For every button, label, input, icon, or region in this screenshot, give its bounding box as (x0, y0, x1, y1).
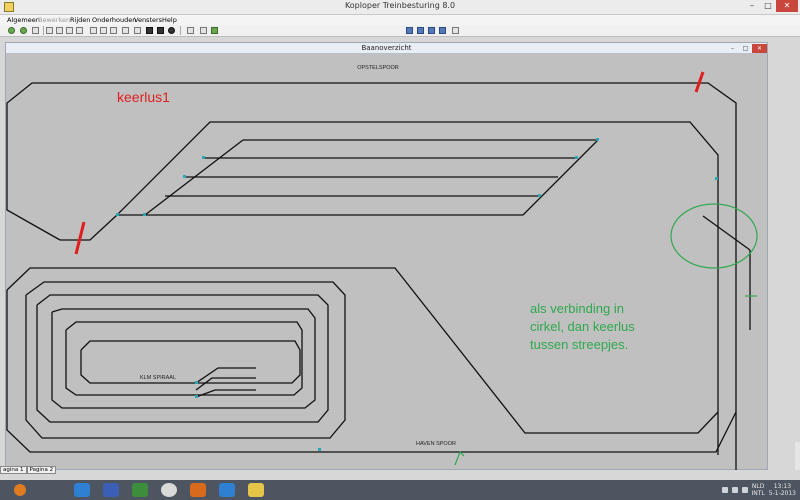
connector-mark (715, 177, 718, 180)
green-circle-annotation (670, 203, 758, 269)
connector-mark (195, 395, 198, 398)
language-top: NLD (751, 483, 765, 490)
clock[interactable]: 13:13 5-1-2013 (769, 483, 796, 497)
klm-spiraal-label: KLM SPIRAAL (140, 375, 176, 381)
taskbar: NLD INTL 13:13 5-1-2013 (0, 480, 800, 500)
connector-mark (183, 175, 186, 178)
track-upper-loop (6, 82, 737, 470)
page-tabs: agina 1 Pagina 2 (0, 466, 57, 474)
red-break-mark-left (74, 221, 86, 255)
haven-spoor-label: HAVEN SPOOR (416, 441, 456, 447)
track-layout-canvas: OPSTELSPOOR KLM SPIRAAL HAVEN SPOOR keer… (6, 65, 758, 470)
track-spiral-6 (65, 321, 303, 396)
track-klm-3 (195, 389, 256, 398)
keerlus-annotation: keerlus1 (117, 89, 170, 105)
track-klm-1 (195, 367, 256, 384)
tab-pagina-2[interactable]: Pagina 2 (26, 466, 57, 474)
language-indicator[interactable]: NLD INTL (752, 483, 765, 497)
connector-mark (202, 156, 205, 159)
note-line-3: tussen streepjes. (530, 337, 628, 352)
clock-date: 5-1-2013 (768, 490, 796, 497)
track-spiral-5 (51, 308, 316, 409)
start-icon[interactable] (14, 484, 26, 496)
track-klm-2 (195, 377, 256, 391)
mail-icon[interactable] (190, 483, 206, 497)
connector-mark (575, 156, 578, 159)
clock-time: 13:13 (773, 483, 792, 490)
tab-pagina-1[interactable]: agina 1 (0, 466, 27, 474)
note-line-1: als verbinding in (530, 301, 624, 316)
track-upper-loop-lower (60, 214, 118, 241)
track-siding-outer (116, 121, 719, 455)
flag-icon[interactable] (741, 487, 748, 493)
connector-mark (195, 381, 198, 384)
network-icon[interactable] (721, 487, 728, 493)
volume-icon[interactable] (731, 487, 738, 493)
system-tray: NLD INTL 13:13 5-1-2013 (721, 482, 796, 498)
green-check-annotation (454, 450, 465, 466)
track-lines (6, 82, 751, 470)
word-icon[interactable] (103, 483, 119, 497)
red-break-mark-top (694, 71, 705, 93)
connector-mark (318, 448, 321, 451)
track-reverse-connector (702, 215, 751, 251)
language-bottom: INTL (751, 490, 765, 497)
internet-explorer-icon[interactable] (74, 483, 90, 497)
connector-mark (116, 213, 119, 216)
track-spiral-inner (80, 340, 301, 384)
track-spiral-2 (6, 290, 737, 453)
opstelspoor-label: OPSTELSPOOR (357, 65, 399, 71)
note-line-2: cirkel, dan keerlus (530, 319, 635, 334)
connector-mark (596, 138, 599, 141)
browser-icon[interactable] (219, 483, 235, 497)
vertical-scrollbar[interactable] (795, 442, 800, 470)
excel-icon[interactable] (132, 483, 148, 497)
connector-mark (143, 213, 146, 216)
track-spiral-3 (25, 281, 346, 439)
connector-mark (538, 194, 541, 197)
koploper-taskbar-icon[interactable] (248, 483, 264, 497)
chrome-icon[interactable] (161, 483, 177, 497)
